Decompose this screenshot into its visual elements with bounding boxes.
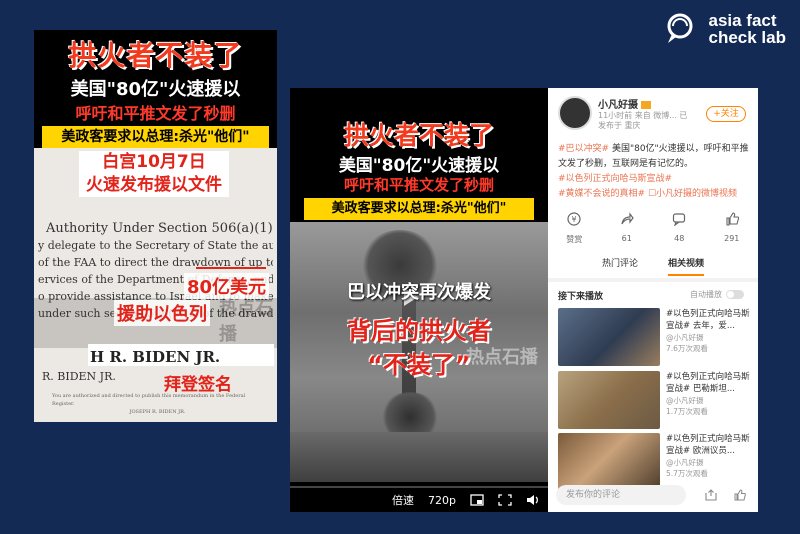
video-player[interactable]: 拱火者不装了 美国"80亿"火速援以 呼吁和平推文发了秒删 美政客要求以总理:杀… — [290, 88, 548, 512]
player-controls: 倍速 720p — [290, 488, 548, 512]
reward-button[interactable]: ¥ 赞赏 — [554, 212, 594, 245]
weibo-side-panel: 小凡好摄 11小时前 来自 微博... 已 发布于 重庆 +关注 #巴以冲突# … — [548, 88, 758, 512]
comment-count: 48 — [674, 234, 685, 243]
comment-button[interactable]: 48 — [659, 212, 699, 245]
video-subtitle-1: 美国"80亿"火速援以 — [338, 156, 500, 176]
speed-button[interactable]: 倍速 — [392, 492, 414, 508]
fullscreen-icon[interactable] — [498, 494, 512, 506]
white-house-note: 火速发布援以文件 — [86, 175, 222, 195]
tab-related-videos[interactable]: 相关视频 — [668, 256, 705, 276]
share-icon — [621, 212, 634, 225]
left-yellow-banner: 美政客要求以总理:杀光"他们" — [42, 126, 269, 148]
related-video-item[interactable]: #以色列正式向哈马斯宣战# 去年，爱... @小凡好摄 7.6万次观看 — [558, 308, 752, 366]
video-caption-1: 巴以冲突再次爆发 — [347, 282, 491, 303]
related-video-title[interactable]: #以色列正式向哈马斯宣战# 巴勒斯坦... — [666, 371, 752, 395]
like-button[interactable]: 291 — [712, 212, 752, 245]
related-video-title[interactable]: #以色列正式向哈马斯宣战# 欧洲议员... — [666, 433, 752, 457]
author-header: 小凡好摄 11小时前 来自 微博... 已 发布于 重庆 +关注 — [558, 96, 750, 134]
panel-tabs: 热门评论 相关视频 — [548, 256, 758, 276]
related-video-views: 7.6万次观看 — [666, 344, 708, 353]
video-title: 拱火者不装了 — [343, 121, 494, 150]
tab-hot-comments[interactable]: 热门评论 — [602, 256, 638, 276]
signature-name-small: R. BIDEN JR. — [42, 370, 116, 383]
action-bar: ¥ 赞赏 61 48 291 — [548, 212, 758, 245]
related-video-author: @小凡好摄 — [666, 458, 704, 467]
reward-icon: ¥ — [567, 212, 581, 226]
left-subtitle-2: 呼吁和平推文发了秒删 — [75, 104, 236, 123]
video-subtitle-2: 呼吁和平推文发了秒删 — [343, 176, 494, 194]
document-footer: You are authorized and directed to publi… — [52, 392, 263, 416]
post-text: #巴以冲突# 美国"80亿"火速援以，呼吁和平推文发了秒删，互联网是有记忆的。 … — [558, 142, 750, 202]
like-icon — [726, 212, 739, 226]
document-line: Authority Under Section 506(a)(1) of — [46, 221, 273, 236]
video-thumbnail[interactable] — [558, 433, 660, 491]
comment-input[interactable]: 发布你的评论 — [556, 485, 686, 505]
related-video-author: @小凡好摄 — [666, 396, 704, 405]
related-video-author: @小凡好摄 — [666, 333, 704, 342]
autoplay-label: 自动播放 — [690, 290, 722, 299]
hashtag-link[interactable]: #巴以冲突# — [558, 144, 609, 154]
video-thumbnail[interactable] — [558, 308, 660, 366]
related-video-views: 5.7万次观看 — [666, 469, 708, 478]
left-video-screenshot: 拱火者不装了 美国"80亿"火速援以 呼吁和平推文发了秒删 美政客要求以总理:杀… — [34, 30, 277, 422]
quality-button[interactable]: 720p — [428, 494, 456, 507]
footer-line: Register. — [52, 401, 75, 407]
watermark: 热点石播 — [219, 298, 273, 345]
brand-line-2: check lab — [708, 28, 787, 47]
reward-label: 赞赏 — [566, 235, 583, 244]
red-caption-aid: 援助以色列 — [114, 300, 210, 326]
signature-name: H R. BIDEN JR. — [90, 348, 221, 366]
white-house-date: 白宫10月7日 — [102, 152, 206, 172]
brand-line-1: asia fact — [708, 11, 777, 30]
footer-line: JOSEPH R. BIDEN JR. — [129, 409, 186, 415]
ground — [290, 432, 548, 482]
share-icon[interactable] — [705, 489, 717, 501]
white-house-caption: 白宫10月7日 火速发布援以文件 — [79, 151, 229, 197]
like-icon[interactable] — [734, 489, 746, 501]
left-title: 拱火者不装了 — [68, 39, 243, 72]
autoplay-toggle[interactable]: 自动播放 — [690, 289, 744, 300]
magnifier-chat-icon — [667, 13, 692, 43]
hashtag-link[interactable]: #以色列正式向哈马斯宣战# — [558, 174, 672, 184]
share-button[interactable]: 61 — [607, 212, 647, 245]
brand-logo: asia fact check lab — [663, 10, 787, 48]
divider — [548, 278, 758, 282]
follow-button[interactable]: +关注 — [706, 106, 746, 122]
like-count: 291 — [724, 234, 740, 243]
related-video-title[interactable]: #以色列正式向哈马斯宣战# 去年，爱... — [666, 308, 752, 332]
red-underline — [196, 267, 266, 269]
volume-icon[interactable] — [526, 494, 540, 506]
avatar[interactable] — [558, 96, 592, 130]
footer-line: You are authorized and directed to publi… — [52, 393, 246, 399]
crown-icon — [641, 101, 651, 109]
post-location: 发布于 重庆 — [598, 121, 641, 130]
video-caption-2: 背后的拱火者 — [347, 317, 491, 345]
video-watermark: 热点石播 — [466, 347, 538, 368]
svg-text:¥: ¥ — [572, 215, 577, 224]
related-video-item[interactable]: #以色列正式向哈马斯宣战# 欧洲议员... @小凡好摄 5.7万次观看 — [558, 433, 752, 491]
video-thumbnail[interactable] — [558, 371, 660, 429]
related-video-item[interactable]: #以色列正式向哈马斯宣战# 巴勒斯坦... @小凡好摄 1.7万次观看 — [558, 371, 752, 429]
share-count: 61 — [621, 234, 632, 243]
video-yellow-banner: 美政客要求以总理:杀光"他们" — [304, 198, 534, 220]
left-subtitle-1: 美国"80亿"火速援以 — [70, 79, 241, 100]
author-name[interactable]: 小凡好摄 — [598, 96, 651, 111]
up-next-label: 接下来播放 — [558, 292, 604, 302]
comment-icon — [673, 213, 686, 227]
picture-in-picture-icon[interactable] — [470, 494, 484, 506]
document-line: y delegate to the Secretary of State the… — [38, 239, 273, 252]
related-video-views: 1.7万次观看 — [666, 407, 708, 416]
toggle-switch[interactable] — [726, 290, 744, 299]
hashtag-link[interactable]: #黄媒不会说的真相# ☐小凡好摄的微博视频 — [558, 189, 737, 199]
